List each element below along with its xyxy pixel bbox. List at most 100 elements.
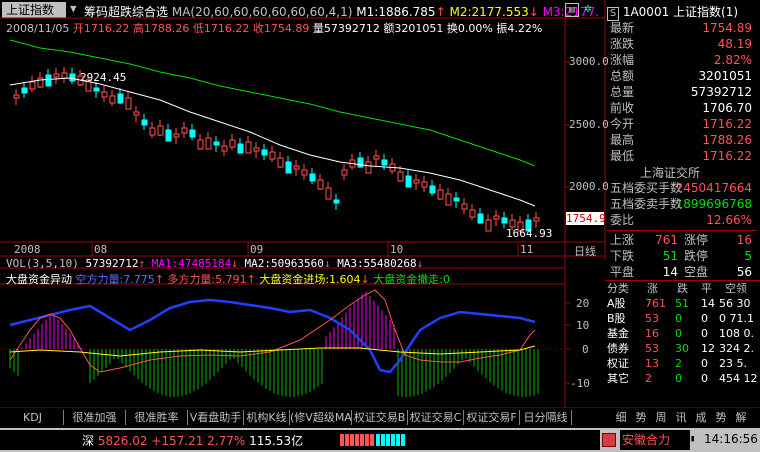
candle-body [197, 139, 204, 150]
broker-name[interactable]: 安徽合力 [620, 430, 690, 450]
status-amount: 115.53亿 [249, 434, 304, 448]
indicator-tab[interactable]: 权证交易F [464, 410, 520, 425]
candle-body [133, 111, 140, 116]
vol-ma1: MA1:47485184 [151, 257, 232, 270]
candle-body [381, 159, 388, 166]
status-value: 5826.02 [97, 434, 148, 448]
candle-body [309, 173, 316, 182]
right-tab[interactable]: 势 [632, 410, 650, 425]
right-tab[interactable]: 成 [692, 410, 710, 425]
candle-body [485, 219, 492, 232]
duo-value: 多方力量:5.791 [167, 273, 247, 286]
out-value: 大盘资金撤走:0 [373, 273, 450, 286]
quote-row: 总量 57392712 [610, 85, 752, 99]
period-label[interactable]: 日线 [574, 243, 596, 259]
candle-body [141, 119, 148, 126]
candle-body [397, 171, 404, 182]
candle-body [421, 181, 428, 188]
right-tab[interactable]: 周 [652, 410, 670, 425]
quote-row: 前收 1706.70 [610, 101, 752, 115]
current-price-tag: 1754.9 [566, 212, 606, 225]
low-annotation: 1664.93 [506, 227, 553, 240]
candle-body [53, 73, 60, 78]
capital-title[interactable]: 大盘资金异动 [6, 273, 72, 286]
candle-body [453, 197, 460, 202]
high-annotation: 2924.45 [80, 71, 127, 84]
cap-tick-0: 0 [582, 343, 589, 356]
candle-body [461, 203, 468, 210]
kong-value: 空方力量:7.775 [75, 273, 155, 286]
candle-body [205, 137, 212, 150]
quote-row: 总额 3201051 [610, 69, 752, 83]
candlestick-series [13, 67, 540, 232]
candle-body [325, 187, 332, 200]
candle-body [213, 141, 220, 146]
kong-line [9, 298, 536, 374]
price-tick-3000: 3000.0 [569, 55, 609, 68]
candle-body [373, 155, 380, 160]
candle-body [189, 129, 196, 138]
candle-body [493, 215, 500, 220]
candle-body [437, 189, 444, 200]
right-tab[interactable]: 势 [712, 410, 730, 425]
quote-row: 最低 1716.22 [610, 149, 752, 163]
class-table-row[interactable]: 其它 2 0 0 454 12 [607, 372, 760, 386]
date-label-11: 11 [520, 243, 534, 256]
class-table-row[interactable]: 基金 16 0 0 108 0. [607, 327, 760, 341]
class-table-row[interactable]: 债券 53 30 12 324 2. [607, 342, 760, 356]
candle-body [229, 139, 236, 148]
candle-body [29, 81, 36, 90]
date-label-09: 09 [250, 243, 264, 256]
date-label-10: 10 [390, 243, 404, 256]
candle-body [125, 97, 132, 110]
status-time: 14:16:56 [704, 432, 758, 446]
status-change: +157.21 [151, 434, 204, 448]
candle-body [221, 145, 228, 152]
indicator-tab[interactable]: 权证交易C [408, 410, 464, 425]
indicator-tab[interactable]: V看盘助手 [188, 410, 244, 425]
candle-body [501, 217, 508, 224]
candle-body [13, 94, 20, 99]
right-tab[interactable]: 细 [612, 410, 630, 425]
ma-line-white [9, 77, 536, 207]
exchange-name: 上海证交所 [640, 166, 701, 180]
down-row: 下跌 51 跌停 5 [610, 249, 752, 263]
right-tab[interactable]: 讯 [672, 410, 690, 425]
candle-body [533, 217, 540, 222]
candle-body [509, 219, 516, 228]
candle-body [413, 179, 420, 184]
indicator-tab[interactable]: 权证交易B [352, 410, 408, 425]
vol-label: VOL(3,5,10) [6, 257, 79, 270]
indicator-tab[interactable]: 很准加强 [64, 410, 126, 425]
date-label-2008: 2008 [14, 243, 41, 256]
candle-body [365, 161, 372, 174]
class-table-row[interactable]: 权证 13 2 0 23 5. [607, 357, 760, 371]
candle-body [245, 141, 252, 154]
candle-body [445, 193, 452, 206]
class-table-row[interactable]: B股 53 0 0 0 71.1 [607, 312, 760, 326]
ratio-row: 委比 12.66% [610, 213, 752, 227]
candle-body [157, 125, 164, 136]
quote-row: 最高 1788.26 [610, 133, 752, 147]
indicator-tab[interactable]: 机构K线 [244, 410, 290, 425]
sell5-row: 五档委卖手数 1899696768 [610, 197, 752, 211]
candle-body [341, 169, 348, 176]
buy5-row: 五档委买手数 2450417664 [610, 181, 752, 195]
alert-icon[interactable] [602, 433, 616, 447]
indicator-tab[interactable]: KDJ [2, 410, 64, 425]
market-breadth-bar [340, 434, 410, 446]
indicator-tab[interactable]: (修V超级MACD [290, 410, 352, 425]
up-row: 上涨 761 涨停 16 [610, 233, 752, 247]
in-value: 大盘资金进场:1.604 [259, 273, 361, 286]
candle-body [269, 151, 276, 160]
indicator-tab[interactable]: 很准胜率 [126, 410, 188, 425]
candle-body [117, 93, 124, 104]
indicator-tab[interactable]: 日分隔线 [520, 410, 572, 425]
candle-body [69, 73, 76, 82]
class-table-header: 分类 涨 跌 平 空领 [607, 282, 747, 295]
right-tab[interactable]: 解 [732, 410, 750, 425]
class-table-row[interactable]: A股 761 51 14 56 30 [607, 297, 760, 311]
candle-body [477, 213, 484, 224]
status-market: 深 [82, 434, 95, 448]
candle-body [237, 143, 244, 154]
